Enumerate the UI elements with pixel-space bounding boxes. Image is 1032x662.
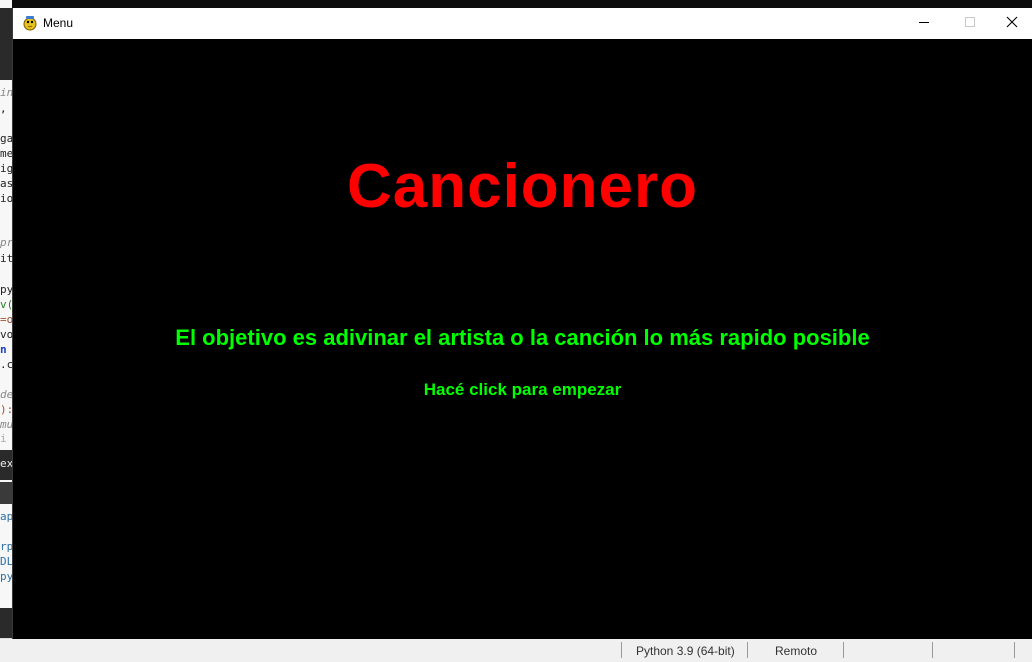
code-line: mu: [0, 418, 12, 431]
background-top-strip: [0, 0, 1032, 8]
status-separator: [747, 642, 748, 658]
panel-tab[interactable]: ex: [0, 457, 12, 471]
code-line: io: [0, 192, 12, 205]
close-button[interactable]: [989, 8, 1032, 39]
code-line: me: [0, 147, 12, 160]
game-objective-text: El objetivo es adivinar el artista o la …: [175, 325, 870, 350]
code-line: py: [0, 283, 12, 296]
minimize-icon: [918, 15, 930, 33]
code-line: ):: [0, 403, 12, 416]
code-line: ,: [0, 102, 7, 115]
code-line: ig: [0, 162, 12, 175]
code-line: ga: [0, 132, 12, 145]
status-bar: Python 3.9 (64-bit) Remoto: [0, 638, 1032, 662]
status-separator: [621, 642, 622, 658]
game-window: Menu Cancionero El objetivo es adivinar …: [12, 8, 1032, 639]
terminal-line: DL: [0, 555, 12, 568]
code-line: pr: [0, 236, 12, 249]
status-separator: [932, 642, 933, 658]
code-line: vo: [0, 328, 12, 341]
status-separator: [1014, 642, 1015, 658]
code-line: as: [0, 177, 12, 190]
window-title: Menu: [43, 16, 74, 30]
code-line: n: [0, 343, 7, 356]
game-title: Cancionero: [346, 152, 699, 221]
code-line: i: [0, 432, 7, 445]
maximize-button[interactable]: [947, 8, 993, 39]
code-line: it: [0, 252, 12, 265]
terminal-line: apa: [0, 510, 12, 523]
close-icon: [1006, 15, 1018, 33]
code-line: in: [0, 86, 12, 99]
game-canvas[interactable]: Cancionero El objetivo es adivinar el ar…: [13, 39, 1032, 639]
code-line: =o: [0, 313, 12, 326]
background-code-editor: in , ga me ig as io pr it py v( =o vo n …: [0, 0, 12, 662]
terminal-line: py: [0, 570, 12, 583]
start-hint-text: Hacé click para empezar: [423, 380, 622, 399]
status-remote-mode[interactable]: Remoto: [775, 643, 817, 659]
maximize-icon: [964, 15, 976, 33]
panel-toolbar: [0, 482, 12, 504]
status-separator: [843, 642, 844, 658]
python-snake-icon: [22, 15, 38, 31]
window-titlebar[interactable]: Menu: [13, 8, 1032, 39]
desktop: in , ga me ig as io pr it py v( =o vo n …: [0, 0, 1032, 662]
code-line: v(: [0, 298, 12, 311]
terminal-line: rpr: [0, 540, 12, 553]
minimize-button[interactable]: [901, 8, 947, 39]
editor-bottom-band: [0, 608, 12, 638]
code-line: de: [0, 388, 12, 401]
code-line: .c: [0, 358, 12, 371]
editor-tab-strip: [0, 8, 12, 80]
status-python-version[interactable]: Python 3.9 (64-bit): [636, 643, 735, 659]
